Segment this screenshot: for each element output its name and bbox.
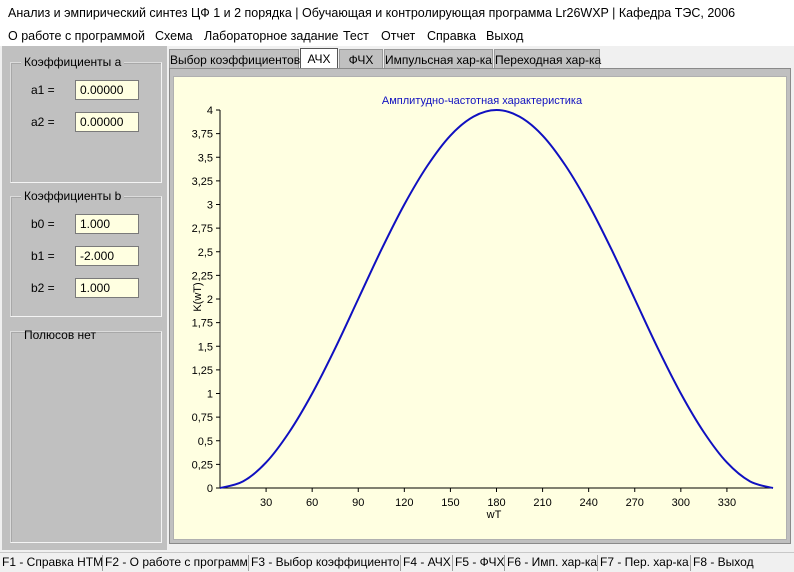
y-tick-label: 2,25 [192,270,213,282]
y-tick-label: 3,5 [198,152,213,164]
title-bar: Анализ и эмпирический синтез ЦФ 1 и 2 по… [0,0,794,28]
coefficients-b-title: Коэффициенты b [21,189,125,203]
x-tick-label: 240 [579,497,597,509]
x-axis-label: wT [486,509,502,521]
status-bar: F1 - Справка HTML F2 - О работе с програ… [0,552,794,572]
tab-amplitude[interactable]: АЧХ [300,48,338,69]
menu-report[interactable]: Отчет [381,29,415,43]
y-axis-label: K(wT) [192,282,204,311]
y-tick-label: 0 [207,483,213,495]
y-tick-label: 3 [207,200,213,212]
tab-step[interactable]: Переходная хар-ка [494,49,601,69]
coefficients-a-group: Коэффициенты a a1 = 0.00000 a2 = 0.00000 [10,55,162,183]
menu-help[interactable]: Справка [427,29,476,43]
y-tick-label: 0,25 [192,459,213,471]
menu-bar: О работе с программой Схема Лабораторное… [0,28,794,46]
menu-about[interactable]: О работе с программой [8,29,145,43]
b1-label: b1 = [31,249,55,263]
y-tick-label: 4 [207,105,213,117]
status-f4[interactable]: F4 - АЧХ [401,555,453,571]
x-tick-label: 150 [441,497,459,509]
a1-label: a1 = [31,83,55,97]
menu-exit[interactable]: Выход [486,29,523,43]
menu-scheme[interactable]: Схема [155,29,193,43]
chart-title: Амплитудно-частотная характеристика [382,95,583,107]
y-tick-label: 2,75 [192,223,213,235]
x-tick-label: 330 [718,497,736,509]
menu-test[interactable]: Тест [343,29,369,43]
b1-field[interactable]: -2.000 [75,246,139,266]
x-tick-label: 300 [672,497,690,509]
menu-lab-task[interactable]: Лабораторное задание [204,29,338,43]
chart-frame: Амплитудно-частотная характеристика 0 0,2… [173,76,787,540]
coefficients-a-title: Коэффициенты a [21,55,125,69]
b2-field[interactable]: 1.000 [75,278,139,298]
y-tick-label: 1 [207,389,213,401]
a2-field[interactable]: 0.00000 [75,112,139,132]
tab-coefficients[interactable]: Выбор коэффициентов [169,49,300,69]
coefficients-b-group: Коэффициенты b b0 = 1.000 b1 = -2.000 b2… [10,189,162,317]
y-tick-label: 3,75 [192,129,213,141]
x-tick-label: 180 [487,497,505,509]
status-f3[interactable]: F3 - Выбор коэффициентов [249,555,401,571]
window-title: Анализ и эмпирический синтез ЦФ 1 и 2 по… [8,6,736,20]
status-f5[interactable]: F5 - ФЧХ [453,555,505,571]
b0-field[interactable]: 1.000 [75,214,139,234]
x-tick-label: 60 [306,497,318,509]
status-f6[interactable]: F6 - Имп. хар-ка [505,555,598,571]
a1-field[interactable]: 0.00000 [75,80,139,100]
y-tick-label: 3,25 [192,176,213,188]
poles-title: Полюсов нет [24,328,96,342]
y-tick-label: 1,75 [192,318,213,330]
a2-label: a2 = [31,115,55,129]
amplitude-series-line [219,108,774,489]
x-tick-label: 210 [533,497,551,509]
status-f2[interactable]: F2 - О работе с программой [103,555,249,571]
y-tick-label: 1,5 [198,341,213,353]
y-tick-label: 0,5 [198,436,213,448]
coefficients-panel: Коэффициенты a a1 = 0.00000 a2 = 0.00000… [2,46,167,550]
y-tick-label: 0,75 [192,412,213,424]
y-tick-label: 2,5 [198,247,213,259]
x-tick-label: 120 [395,497,413,509]
tab-panel: Амплитудно-частотная характеристика 0 0,2… [169,68,791,544]
status-f7[interactable]: F7 - Пер. хар-ка [598,555,691,571]
y-tick-label: 1,25 [192,365,213,377]
x-tick-label: 30 [260,497,272,509]
b0-label: b0 = [31,217,55,231]
poles-group: Полюсов нет [10,328,162,543]
status-f1[interactable]: F1 - Справка HTML [0,555,103,571]
x-tick-label: 90 [352,497,364,509]
tab-phase[interactable]: ФЧХ [339,49,383,69]
x-tick-label: 270 [626,497,644,509]
b2-label: b2 = [31,281,55,295]
tab-impulse[interactable]: Импульсная хар-ка [384,49,493,69]
y-tick-label: 2 [207,294,213,306]
status-f8[interactable]: F8 - Выход [691,555,794,571]
amplitude-chart: Амплитудно-частотная характеристика 0 0,2… [192,95,774,521]
